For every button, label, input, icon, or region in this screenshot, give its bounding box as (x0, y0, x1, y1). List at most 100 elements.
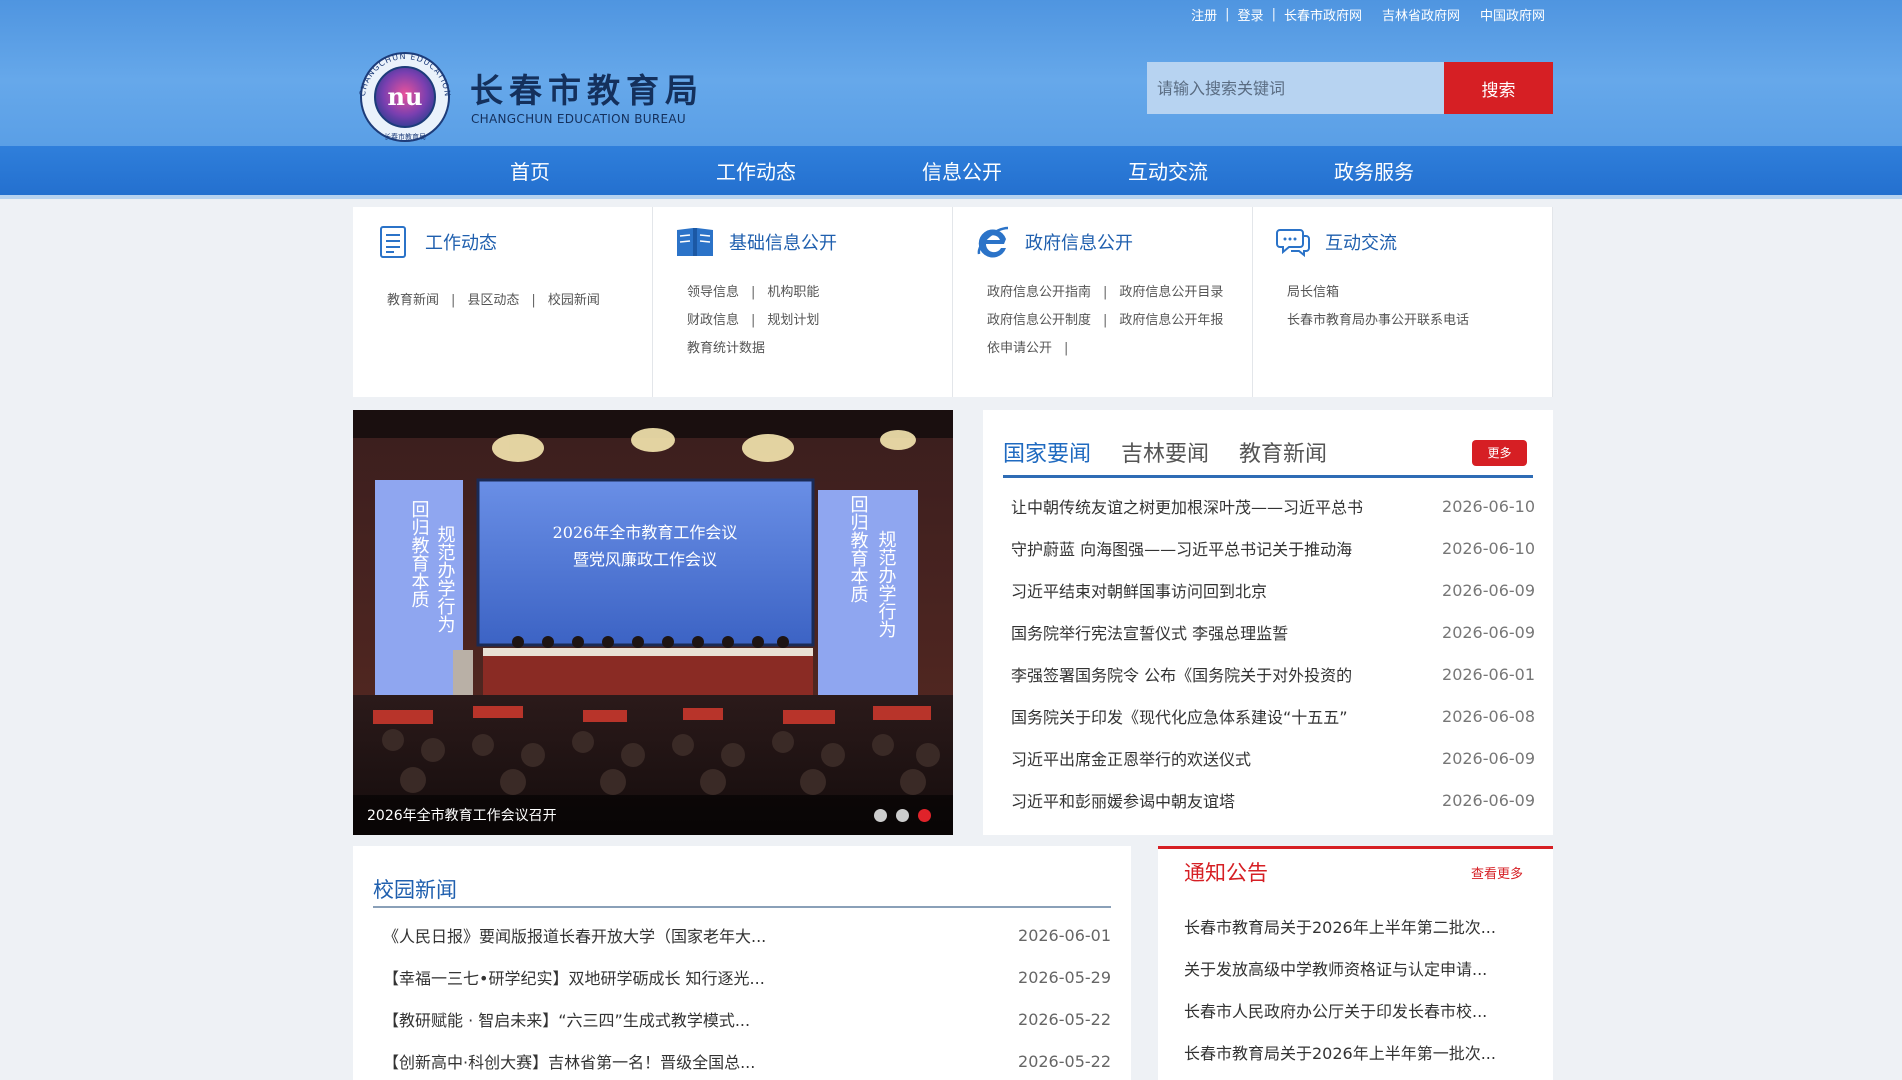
campus-news-panel: 校园新闻 《人民日报》要闻版报道长春开放大学（国家老年大... 2026-06-0… (353, 846, 1131, 1080)
chat-icon (1276, 229, 1310, 258)
list-item[interactable]: 习近平出席金正恩举行的欢送仪式 2026-06-09 (1011, 737, 1535, 779)
list-item[interactable]: 习近平结束对朝鲜国事访问回到北京 2026-06-09 (1011, 569, 1535, 611)
news-tabs: 国家要闻 吉林要闻 教育新闻 更多 (1003, 424, 1533, 478)
category-header[interactable]: 互动交流 (1275, 224, 1397, 260)
site-logo[interactable]: CHANGCHUN EDUCATION BUREAU nu 长春市教育局 (351, 48, 461, 143)
link-education-stats[interactable]: 教育统计数据 (687, 335, 765, 363)
conference-photo: 回归教育本质 规范办学行为 回归教育本质 规范办学行为 2026年全市教育工作会… (353, 410, 953, 835)
list-item[interactable]: 让中朝传统友谊之树更加根深叶茂——习近平总书 2026-06-10 (1011, 485, 1535, 527)
search-bar: 搜索 (1147, 62, 1553, 114)
list-item[interactable]: 长春市人民政府办公厅关于印发长春市校... (1184, 989, 1534, 1031)
notice-more-link[interactable]: 查看更多 (1471, 863, 1523, 882)
book-icon (677, 228, 713, 256)
site-subtitle: CHANGCHUN EDUCATION BUREAU (471, 112, 686, 126)
category-title: 互动交流 (1325, 233, 1397, 254)
logo-bottom-text: 长春市教育局 (384, 132, 426, 141)
notice-title[interactable]: 通知公告 (1184, 857, 1268, 887)
slider-dot-1[interactable] (874, 809, 887, 822)
nav-item-home[interactable]: 首页 (510, 146, 716, 199)
banner-right-text: 回归教育本质 (848, 495, 869, 603)
link-disclosure-system[interactable]: 政府信息公开制度 (987, 307, 1091, 335)
bureau-emblem-icon: CHANGCHUN EDUCATION BUREAU nu 长春市教育局 (351, 49, 451, 142)
slider-dot-2[interactable] (896, 809, 909, 822)
list-item[interactable]: 【教研赋能 · 智启未来】“六三四”生成式教学模式... 2026-05-22 (383, 998, 1111, 1040)
link-education-news[interactable]: 教育新闻 (387, 287, 439, 315)
register-link[interactable]: 注册 (1191, 5, 1217, 24)
news-panel: 国家要闻 吉林要闻 教育新闻 更多 让中朝传统友谊之树更加根深叶茂——习近平总书… (983, 410, 1553, 835)
list-item[interactable]: 【创新高中·科创大赛】吉林省第一名！晋级全国总... 2026-05-22 (383, 1040, 1111, 1080)
list-item[interactable]: 长春市教育局关于2026年上半年第二批次... (1184, 905, 1534, 947)
link-director-mailbox[interactable]: 局长信箱 (1287, 279, 1339, 307)
category-title: 基础信息公开 (729, 233, 837, 254)
category-header[interactable]: 工作动态 (375, 224, 497, 260)
link-finance-info[interactable]: 财政信息 (687, 307, 739, 335)
link-contact-phone[interactable]: 长春市教育局办事公开联系电话 (1287, 307, 1469, 335)
list-item[interactable]: 国务院关于印发《现代化应急体系建设“十五五” 2026-06-08 (1011, 695, 1535, 737)
category-header[interactable]: 基础信息公开 (675, 224, 837, 260)
category-work-news: 工作动态 教育新闻 | 县区动态 | 校园新闻 (353, 207, 653, 397)
changchun-gov-link[interactable]: 长春市政府网 (1284, 5, 1362, 24)
list-item[interactable]: 《人民日报》要闻版报道长春开放大学（国家老年大... 2026-06-01 (383, 914, 1111, 956)
list-item[interactable]: 习近平和彭丽媛参谒中朝友谊塔 2026-06-09 (1011, 779, 1535, 821)
nav-item-work-news[interactable]: 工作动态 (716, 146, 922, 199)
site-header: 注册 | 登录 | 长春市政府网 吉林省政府网 中国政府网 CHANGCHUN … (0, 0, 1902, 146)
list-item[interactable]: 关于发放高级中学教师资格证与认定申请... (1184, 947, 1534, 989)
campus-news-list: 《人民日报》要闻版报道长春开放大学（国家老年大... 2026-06-01 【幸福… (383, 914, 1111, 1080)
site-title: 长春市教育局 (470, 71, 704, 110)
search-button[interactable]: 搜索 (1444, 62, 1553, 114)
list-item[interactable]: 守护蔚蓝 向海图强——习近平总书记关于推动海 2026-06-10 (1011, 527, 1535, 569)
screen-subtitle: 暨党风廉政工作会议 (573, 550, 717, 569)
category-interaction: 互动交流 局长信箱 长春市教育局办事公开联系电话 (1253, 207, 1553, 397)
link-district-news[interactable]: 县区动态 (467, 287, 519, 315)
china-gov-link[interactable]: 中国政府网 (1480, 5, 1545, 24)
category-header[interactable]: 政府信息公开 (975, 224, 1133, 260)
link-planning[interactable]: 规划计划 (767, 307, 819, 335)
list-item[interactable]: 【幸福一三七•研学纪实】双地研学砺成长 知行逐光... 2026-05-29 (383, 956, 1111, 998)
tab-national-news[interactable]: 国家要闻 (1003, 436, 1091, 468)
category-basic-info: 基础信息公开 领导信息 | 机构职能 财政信息 | 规划计划 教育统计数据 (653, 207, 953, 397)
list-item[interactable]: 国务院举行宪法宣誓仪式 李强总理监誓 2026-06-09 (1011, 611, 1535, 653)
category-title: 政府信息公开 (1025, 233, 1133, 254)
link-disclosure-annual[interactable]: 政府信息公开年报 (1119, 307, 1223, 335)
jilin-gov-link[interactable]: 吉林省政府网 (1382, 5, 1460, 24)
category-gov-info: 政府信息公开 政府信息公开指南 | 政府信息公开目录 政府信息公开制度 | 政府信息… (953, 207, 1253, 397)
list-item[interactable]: 长春市教育局关于2026年上半年第一批次... (1184, 1031, 1534, 1073)
slider-caption-bar: 2026年全市教育工作会议召开 (353, 795, 953, 835)
link-request-disclosure[interactable]: 依申请公开 (987, 335, 1052, 363)
slider-dot-3[interactable] (918, 809, 931, 822)
banner-left-text-2: 规范办学行为 (435, 525, 456, 633)
link-leader-info[interactable]: 领导信息 (687, 279, 739, 307)
separator: | (1271, 7, 1276, 22)
link-campus-news[interactable]: 校园新闻 (548, 287, 600, 315)
nav-item-gov-services[interactable]: 政务服务 (1334, 146, 1540, 199)
nav-item-interaction[interactable]: 互动交流 (1128, 146, 1334, 199)
browser-e-icon (977, 226, 1009, 258)
link-disclosure-guide[interactable]: 政府信息公开指南 (987, 279, 1091, 307)
news-list: 让中朝传统友谊之树更加根深叶茂——习近平总书 2026-06-10 守护蔚蓝 向海… (1011, 485, 1535, 821)
tab-jilin-news[interactable]: 吉林要闻 (1121, 436, 1209, 468)
category-panel: 工作动态 教育新闻 | 县区动态 | 校园新闻 基础信息公开 领导信息 | 机构… (353, 207, 1553, 397)
screen-title: 2026年全市教育工作会议 (553, 523, 738, 542)
slider-dots (874, 809, 931, 822)
banner-right-text-2: 规范办学行为 (876, 530, 897, 638)
tab-education-news[interactable]: 教育新闻 (1239, 436, 1327, 468)
notice-list: 长春市教育局关于2026年上半年第二批次... 关于发放高级中学教师资格证与认定… (1184, 905, 1534, 1073)
photo-slider[interactable]: 回归教育本质 规范办学行为 回归教育本质 规范办学行为 2026年全市教育工作会… (353, 410, 953, 835)
top-links: 注册 | 登录 | 长春市政府网 吉林省政府网 中国政府网 (1191, 5, 1545, 24)
document-icon (380, 226, 406, 258)
nav-item-info-disclosure[interactable]: 信息公开 (922, 146, 1128, 199)
login-link[interactable]: 登录 (1238, 5, 1264, 24)
separator: | (1225, 7, 1230, 22)
svg-text:nu: nu (388, 82, 423, 111)
campus-news-title[interactable]: 校园新闻 (373, 878, 457, 902)
category-title: 工作动态 (425, 233, 497, 254)
news-more-button[interactable]: 更多 (1472, 440, 1527, 466)
slider-caption[interactable]: 2026年全市教育工作会议召开 (367, 805, 557, 825)
search-input[interactable] (1147, 62, 1444, 114)
banner-left-text: 回归教育本质 (409, 500, 430, 608)
link-org-functions[interactable]: 机构职能 (767, 279, 819, 307)
main-nav: 首页 工作动态 信息公开 互动交流 政务服务 (0, 146, 1902, 199)
link-disclosure-catalog[interactable]: 政府信息公开目录 (1119, 279, 1223, 307)
list-item[interactable]: 李强签署国务院令 公布《国务院关于对外投资的 2026-06-01 (1011, 653, 1535, 695)
campus-news-header: 校园新闻 (373, 874, 1111, 908)
